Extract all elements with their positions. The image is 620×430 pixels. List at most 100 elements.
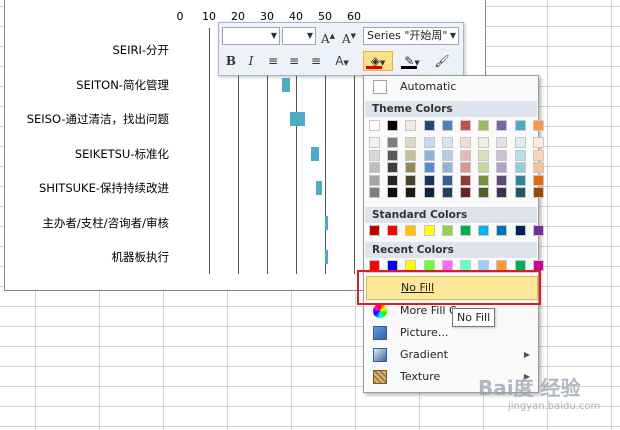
theme-shade-swatch[interactable]: [405, 137, 417, 148]
format-painter-button[interactable]: 🖌: [433, 52, 451, 70]
gradient-option[interactable]: Gradient ▶: [366, 344, 536, 366]
bold-icon: B: [225, 54, 237, 68]
theme-shade-swatch[interactable]: [532, 137, 544, 148]
standard-color-swatch[interactable]: [423, 225, 435, 236]
shape-outline-button[interactable]: ✎▼: [399, 52, 425, 70]
shrink-font-button[interactable]: A▼: [340, 27, 358, 46]
chevron-down-icon: ▼: [449, 31, 456, 40]
theme-shade-swatch[interactable]: [514, 137, 526, 148]
theme-shade-swatch[interactable]: [369, 149, 380, 161]
theme-shade-swatch[interactable]: [405, 174, 417, 186]
theme-shade-swatch[interactable]: [478, 137, 490, 148]
theme-color-swatch[interactable]: [532, 120, 544, 131]
bar-mark[interactable]: [325, 250, 328, 264]
theme-shade-swatch[interactable]: [405, 149, 417, 161]
standard-color-swatch[interactable]: [514, 225, 526, 236]
theme-shade-swatch[interactable]: [387, 137, 399, 148]
theme-shade-swatch[interactable]: [496, 174, 508, 186]
theme-shade-swatch[interactable]: [387, 149, 399, 161]
theme-shade-swatch[interactable]: [423, 137, 435, 148]
theme-color-swatch[interactable]: [369, 120, 380, 131]
automatic-swatch: [373, 80, 387, 94]
standard-color-swatch[interactable]: [478, 225, 490, 236]
italic-button[interactable]: I: [242, 52, 260, 70]
axis-tick-label: 10: [202, 10, 216, 23]
theme-shade-swatch[interactable]: [369, 162, 380, 173]
category-label: SEIRI-分开: [112, 43, 170, 57]
standard-color-swatch[interactable]: [405, 225, 417, 236]
chart-element-selector[interactable]: Series "开始周" ▼: [363, 27, 459, 45]
theme-shade-swatch[interactable]: [496, 137, 508, 148]
standard-color-swatch[interactable]: [460, 225, 471, 236]
theme-shade-swatch[interactable]: [405, 187, 417, 198]
theme-shade-swatch[interactable]: [514, 149, 526, 161]
theme-shade-swatch[interactable]: [478, 149, 490, 161]
standard-color-swatch[interactable]: [369, 225, 380, 236]
align-left-button[interactable]: ≡: [264, 52, 282, 70]
theme-shade-swatch[interactable]: [441, 187, 453, 198]
theme-color-swatch[interactable]: [460, 120, 471, 131]
theme-shade-swatch[interactable]: [496, 149, 508, 161]
bar-mark[interactable]: [281, 77, 291, 92]
theme-shade-swatch[interactable]: [423, 149, 435, 161]
theme-shade-swatch[interactable]: [369, 187, 380, 198]
theme-shade-swatch[interactable]: [423, 162, 435, 173]
bar-mark[interactable]: [316, 181, 323, 195]
bar-mark[interactable]: [290, 112, 305, 126]
theme-shade-swatch[interactable]: [514, 174, 526, 186]
shape-fill-button[interactable]: ◈▼: [363, 51, 393, 71]
theme-shade-swatch[interactable]: [460, 137, 471, 148]
theme-color-swatch[interactable]: [478, 120, 490, 131]
font-color-button[interactable]: A▼: [329, 52, 355, 70]
theme-shade-swatch[interactable]: [441, 137, 453, 148]
theme-shade-swatch[interactable]: [423, 174, 435, 186]
align-right-button[interactable]: ≡: [307, 52, 325, 70]
theme-shade-swatch[interactable]: [496, 162, 508, 173]
theme-shade-swatch[interactable]: [460, 174, 471, 186]
theme-shade-swatch[interactable]: [405, 162, 417, 173]
theme-shade-swatch[interactable]: [460, 162, 471, 173]
font-size-combo[interactable]: ▼: [282, 27, 316, 45]
theme-shade-swatch[interactable]: [460, 187, 471, 198]
theme-shade-swatch[interactable]: [369, 137, 380, 148]
theme-shade-swatch[interactable]: [387, 174, 399, 186]
align-center-button[interactable]: ≡: [285, 52, 303, 70]
grow-font-button[interactable]: A▲: [319, 27, 337, 46]
theme-shade-swatch[interactable]: [441, 162, 453, 173]
font-name-combo[interactable]: ▼: [222, 27, 280, 45]
theme-shade-swatch[interactable]: [478, 162, 490, 173]
standard-color-swatch[interactable]: [532, 225, 544, 236]
standard-color-swatch[interactable]: [441, 225, 453, 236]
theme-shade-swatch[interactable]: [478, 187, 490, 198]
bar-mark[interactable]: [310, 146, 320, 161]
theme-color-swatch[interactable]: [405, 120, 417, 131]
theme-shade-swatch[interactable]: [532, 162, 544, 173]
automatic-option[interactable]: Automatic: [366, 76, 536, 98]
bar-mark[interactable]: [325, 215, 328, 230]
theme-shade-swatch[interactable]: [514, 187, 526, 198]
theme-shade-swatch[interactable]: [423, 187, 435, 198]
theme-shade-swatch[interactable]: [387, 162, 399, 173]
theme-color-swatch[interactable]: [387, 120, 399, 131]
theme-shade-swatch[interactable]: [478, 174, 490, 186]
theme-shade-swatch[interactable]: [532, 187, 544, 198]
theme-shade-swatch[interactable]: [532, 174, 544, 186]
theme-shade-swatch[interactable]: [460, 149, 471, 161]
bold-button[interactable]: B: [222, 52, 240, 70]
theme-color-swatch[interactable]: [423, 120, 435, 131]
theme-shade-swatch[interactable]: [387, 187, 399, 198]
theme-shade-swatch[interactable]: [441, 149, 453, 161]
theme-shade-swatch[interactable]: [532, 149, 544, 161]
theme-shade-swatch[interactable]: [441, 174, 453, 186]
align-right-icon: ≡: [310, 54, 322, 68]
theme-color-swatch[interactable]: [496, 120, 508, 131]
theme-color-swatch[interactable]: [441, 120, 453, 131]
gradient-label: Gradient: [400, 348, 448, 361]
picture-option[interactable]: Picture...: [366, 322, 536, 344]
standard-color-swatch[interactable]: [387, 225, 399, 236]
standard-color-swatch[interactable]: [496, 225, 508, 236]
theme-color-swatch[interactable]: [514, 120, 526, 131]
theme-shade-swatch[interactable]: [369, 174, 380, 186]
theme-shade-swatch[interactable]: [514, 162, 526, 173]
theme-shade-swatch[interactable]: [496, 187, 508, 198]
